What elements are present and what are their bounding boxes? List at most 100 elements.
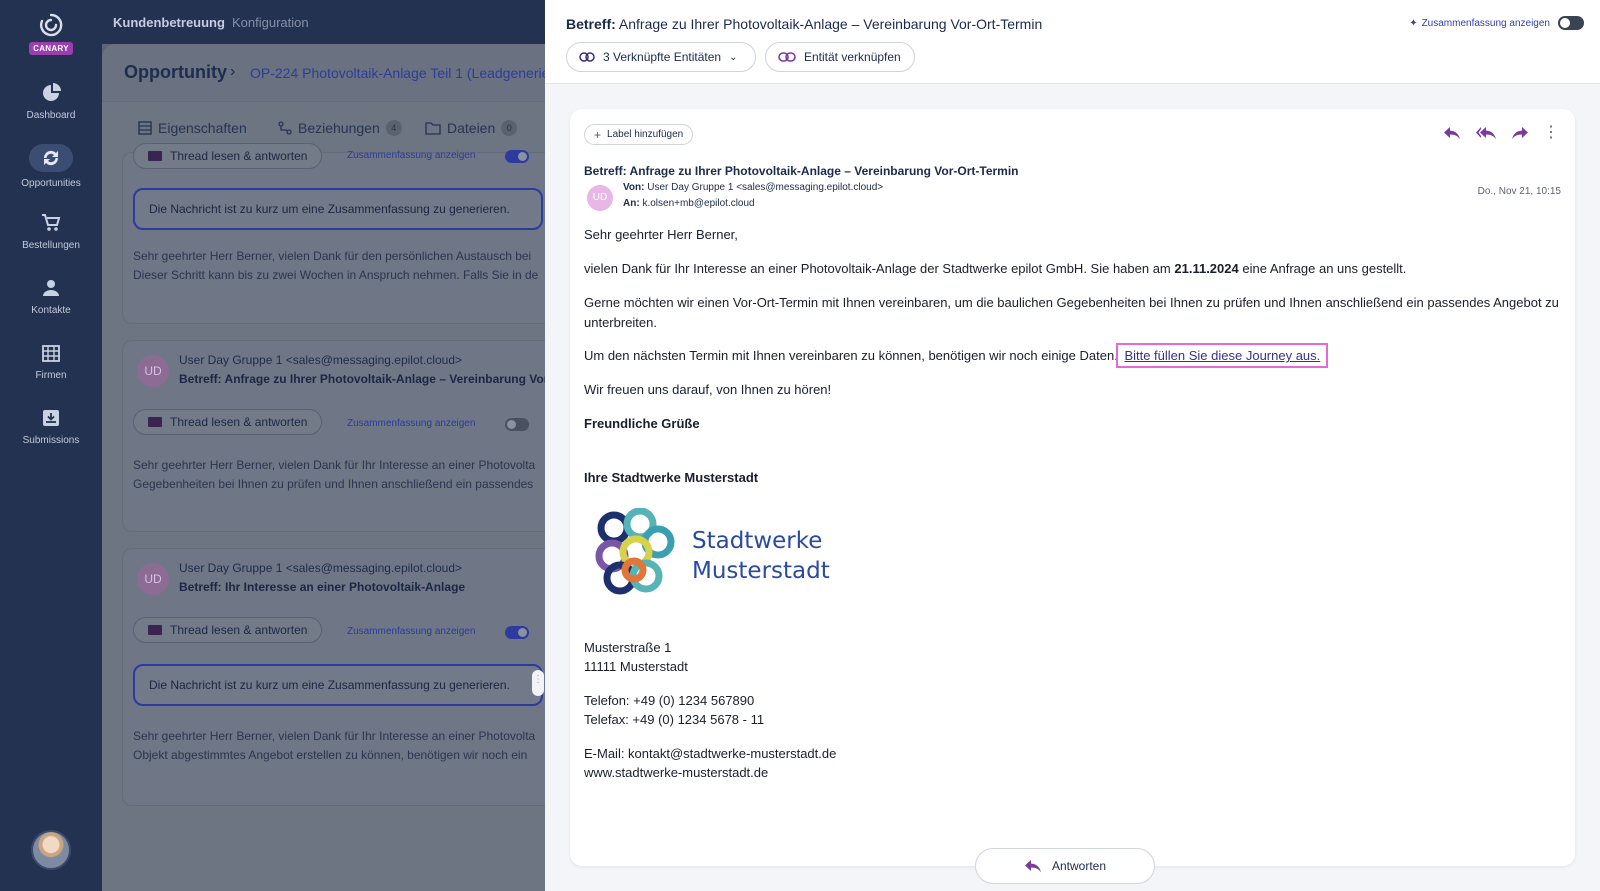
- drawer-resize-handle[interactable]: [532, 670, 549, 696]
- nav-label: Dashboard: [26, 110, 76, 121]
- cart-icon: [42, 214, 61, 231]
- stadtwerke-logo: Stadtwerke Musterstadt: [592, 504, 832, 604]
- nav-label: Submissions: [22, 435, 80, 446]
- user-avatar[interactable]: [31, 830, 71, 870]
- thread-sender: User Day Gruppe 1 <sales@messaging.epilo…: [179, 353, 462, 367]
- sender-avatar: UD: [137, 563, 169, 595]
- nav-dashboard[interactable]: Dashboard: [0, 82, 102, 121]
- active-indicator: [29, 144, 73, 172]
- opportunity-card: Opportunity › OP-224 Photovoltaik-Anlage…: [102, 44, 582, 891]
- thread-read-reply-button[interactable]: Thread lesen & antworten: [133, 143, 323, 169]
- email-message: + Label hinzufügen ⋮ Betreff: Anfrage zu…: [570, 109, 1575, 866]
- thread-preview: Sehr geehrter Herr Berner, vielen Dank f…: [133, 249, 532, 263]
- thread-preview: Sehr geehrter Herr Berner, vielen Dank f…: [133, 729, 536, 743]
- summary-toggle-label: Zusammenfassung anzeigen: [347, 150, 476, 161]
- add-label-button[interactable]: + Label hinzufügen: [584, 124, 694, 145]
- link-entity-button[interactable]: Entität verknüpfen: [765, 42, 915, 72]
- relation-icon: [278, 121, 292, 135]
- drawer-subject: Betreff: Anfrage zu Ihrer Photovoltaik-A…: [566, 16, 1043, 32]
- thread-read-reply-button[interactable]: Thread lesen & antworten: [133, 617, 323, 643]
- summary-toggle[interactable]: [505, 150, 529, 163]
- reply-icon: [1024, 860, 1041, 873]
- thread-subject[interactable]: Betreff: Anfrage zu Ihrer Photovoltaik-A…: [179, 372, 548, 386]
- nav-label: Kontakte: [31, 305, 71, 316]
- summary-toggle-label: Zusammenfassung anzeigen: [347, 626, 476, 637]
- sender-avatar: UD: [587, 185, 613, 211]
- nav-label: Opportunities: [21, 178, 81, 189]
- thread-sender: User Day Gruppe 1 <sales@messaging.epilo…: [179, 561, 462, 575]
- plus-icon: +: [594, 127, 602, 142]
- reply-all-icon[interactable]: [1475, 126, 1497, 140]
- nav-opportunities[interactable]: Opportunities: [0, 144, 102, 189]
- address-city: 11111 Musterstadt: [584, 659, 688, 674]
- address-street: Musterstraße 1: [584, 640, 672, 655]
- nav-label: Firmen: [35, 370, 67, 381]
- link-icon: [579, 52, 595, 62]
- thread-preview: Sehr geehrter Herr Berner, vielen Dank f…: [133, 458, 536, 472]
- canary-logo-icon: [40, 13, 63, 37]
- sync-icon: [43, 150, 59, 166]
- sender-avatar: UD: [137, 355, 169, 387]
- count-badge: 0: [501, 120, 518, 136]
- chevron-right-icon: ›: [230, 63, 236, 80]
- breadcrumb-opportunity[interactable]: OP-224 Photovoltaik-Anlage Teil 1 (Leadg…: [250, 65, 582, 81]
- nav-label: Bestellungen: [22, 240, 80, 251]
- thread-item: Thread lesen & antworten Zusammenfassung…: [122, 143, 547, 324]
- tab-label: Eigenschaften: [158, 120, 247, 136]
- forward-icon[interactable]: [1511, 126, 1529, 140]
- mail-icon: [148, 151, 162, 161]
- linked-entities-dropdown[interactable]: 3 Verknüpfte Entitäten ⌄: [566, 42, 756, 72]
- tab-relations[interactable]: Beziehungen 4: [278, 120, 402, 136]
- page-title: Opportunity: [124, 62, 227, 82]
- thread-item: UD User Day Gruppe 1 <sales@messaging.ep…: [122, 548, 547, 806]
- thread-subject[interactable]: Betreff: Ihr Interesse an einer Photovol…: [179, 580, 465, 594]
- summary-notice: Die Nachricht ist zu kurz um eine Zusamm…: [133, 188, 543, 230]
- summary-toggle-label: Zusammenfassung anzeigen: [347, 418, 476, 429]
- tab-files[interactable]: Dateien 0: [425, 120, 518, 136]
- fax-number: Telefax: +49 (0) 1234 5678 - 11: [584, 712, 765, 727]
- email-to: An: k.olsen+mb@epilot.cloud: [623, 198, 755, 209]
- thread-preview: Dieser Schritt kann bis zu zwei Wochen i…: [133, 268, 539, 282]
- thread-read-reply-button[interactable]: Thread lesen & antworten: [133, 409, 323, 435]
- email-paragraph: Um den nächsten Termin mit Ihnen vereinb…: [584, 343, 1559, 368]
- rings-logo-icon: [595, 508, 675, 595]
- nav-submissions[interactable]: Submissions: [0, 407, 102, 446]
- tab-properties[interactable]: Eigenschaften: [138, 120, 247, 136]
- sparkle-icon: ✦: [1409, 18, 1418, 29]
- list-icon: [138, 121, 152, 135]
- phone-number: Telefon: +49 (0) 1234 567890: [584, 693, 755, 708]
- more-options-icon[interactable]: ⋮: [1543, 125, 1559, 141]
- nav-orders[interactable]: Bestellungen: [0, 212, 102, 251]
- summary-toggle[interactable]: [505, 418, 529, 431]
- nav-contacts[interactable]: Kontakte: [0, 277, 102, 316]
- building-icon: [42, 345, 60, 362]
- email-paragraph: vielen Dank für Ihr Interesse an einer P…: [584, 261, 1407, 276]
- website: www.stadtwerke-musterstadt.de: [584, 765, 769, 780]
- email-subject: Betreff: Anfrage zu Ihrer Photovoltaik-A…: [584, 164, 1019, 178]
- logo-wordmark: Stadtwerke Musterstadt: [692, 528, 830, 584]
- email-address: E-Mail: kontakt@stadtwerke-musterstadt.d…: [584, 746, 837, 761]
- summary-toggle[interactable]: [505, 626, 529, 639]
- nav-configuration[interactable]: Konfiguration: [232, 15, 309, 30]
- opportunity-header: Opportunity › OP-224 Photovoltaik-Anlage…: [102, 44, 582, 102]
- nav-customer-service[interactable]: Kundenbetreuung: [113, 15, 225, 30]
- summary-toggle-label: ✦ Zusammenfassung anzeigen: [1409, 18, 1550, 29]
- email-paragraph: Wir freuen uns darauf, von Ihnen zu höre…: [584, 382, 832, 397]
- pie-chart-icon: [43, 83, 61, 101]
- email-drawer: Betreff: Anfrage zu Ihrer Photovoltaik-A…: [545, 0, 1600, 891]
- count-badge: 4: [385, 120, 402, 136]
- folder-icon: [425, 122, 441, 135]
- nav-companies[interactable]: Firmen: [0, 342, 102, 381]
- thread-item: UD User Day Gruppe 1 <sales@messaging.ep…: [122, 340, 548, 532]
- thread-preview: Objekt abgestimmtes Angebot erstellen zu…: [133, 748, 528, 762]
- reply-button[interactable]: Antworten: [975, 848, 1155, 884]
- email-from: Von: User Day Gruppe 1 <sales@messaging.…: [623, 182, 884, 193]
- person-icon: [43, 280, 59, 296]
- reply-icon[interactable]: [1443, 126, 1461, 140]
- summary-switch[interactable]: [1558, 16, 1584, 30]
- thread-preview: Gegebenheiten bei Ihnen zu prüfen und Ih…: [133, 477, 534, 491]
- app-logo[interactable]: CANARY: [29, 12, 73, 56]
- journey-link[interactable]: Bitte füllen Sie diese Journey aus.: [1116, 343, 1329, 368]
- tab-label: Dateien: [447, 120, 496, 136]
- chevron-down-icon: ⌄: [729, 51, 738, 63]
